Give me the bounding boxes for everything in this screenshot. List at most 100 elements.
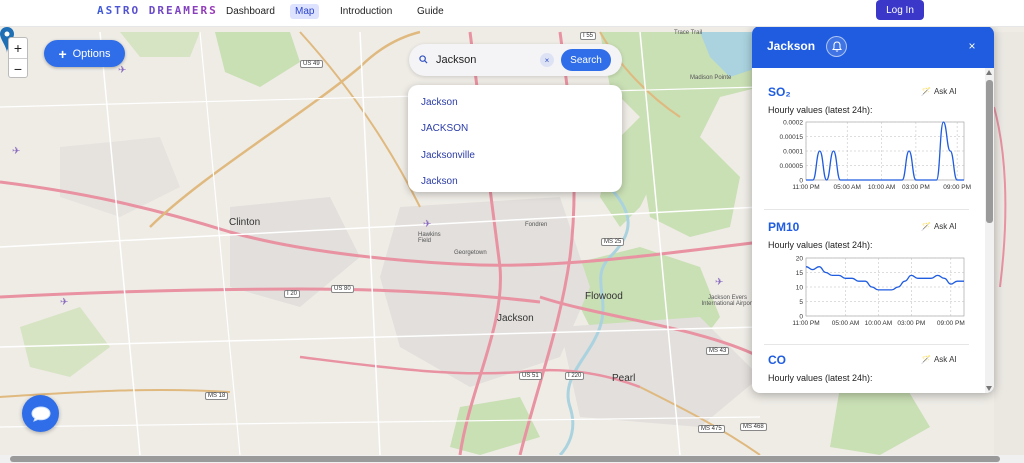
bell-icon <box>831 41 842 52</box>
so2-chart: 00.000050.00010.000150.000211:00 PM 05:00… <box>780 120 972 192</box>
hourly-label: Hourly values (latest 24h): <box>768 105 873 115</box>
x-tick-label: 09:00 PM <box>937 320 965 327</box>
search-result-item[interactable]: JACKSON <box>408 116 622 143</box>
y-tick-label: 20 <box>796 256 804 263</box>
airport-icon: ✈ <box>423 219 431 230</box>
search-icon <box>419 55 428 64</box>
zoom-in-button[interactable]: + <box>9 38 27 58</box>
map-label-flowood: Flowood <box>585 291 623 302</box>
ask-ai-button[interactable]: 🪄 Ask AI <box>921 355 957 364</box>
y-tick-label: 0.0001 <box>783 149 803 156</box>
magic-wand-icon: 🪄 <box>921 222 931 231</box>
panel-title: Jackson <box>767 39 816 53</box>
y-tick-label: 0.00005 <box>780 163 804 170</box>
search-input[interactable] <box>436 51 536 69</box>
route-shield: MS 43 <box>706 347 730 355</box>
route-shield: I 55 <box>580 32 597 40</box>
x-tick-label: 09:00 PM <box>943 184 971 191</box>
pollutant-card-co: CO 🪄 Ask AI Hourly values (latest 24h): <box>752 339 985 393</box>
x-tick-label: 10:00 AM <box>865 320 892 327</box>
route-shield: US 49 <box>300 60 323 68</box>
options-button[interactable]: + Options <box>44 40 125 67</box>
route-shield: I 220 <box>565 372 585 380</box>
alert-button[interactable] <box>826 36 847 57</box>
scrollbar-thumb[interactable] <box>986 80 993 223</box>
search-result-item[interactable]: Jacksonville <box>408 142 622 169</box>
search-button[interactable]: Search <box>561 49 611 71</box>
zoom-out-button[interactable]: − <box>9 58 27 78</box>
options-label: Options <box>72 47 111 60</box>
nav-introduction[interactable]: Introduction <box>335 4 397 19</box>
x-tick-label: 05:00 AM <box>832 320 859 327</box>
map-label-clinton: Clinton <box>229 217 261 228</box>
plot-frame <box>805 257 965 317</box>
map-label-hawkins: Hawkins Field <box>418 232 441 244</box>
x-tick-label: 05:00 AM <box>833 184 860 191</box>
map-label-trace: Trace Trail <box>674 30 703 36</box>
clear-search-button[interactable]: × <box>540 53 554 67</box>
ask-ai-button[interactable]: 🪄 Ask AI <box>921 222 957 231</box>
x-tick-label: 03:00 PM <box>902 184 930 191</box>
scroll-up-arrow-icon[interactable] <box>986 70 992 75</box>
search-result-item[interactable]: Jackson <box>408 89 622 116</box>
map-label-georgetown: Georgetown <box>454 250 487 256</box>
search-result-item[interactable]: Jackson <box>408 169 622 196</box>
y-tick-label: 10 <box>796 285 804 292</box>
nav-dashboard[interactable]: Dashboard <box>221 4 280 19</box>
nav-guide[interactable]: Guide <box>412 4 449 19</box>
route-shield: MS 468 <box>740 423 767 431</box>
top-nav: ASTRO DREAMERS Dashboard Map Introductio… <box>0 0 1024 27</box>
close-panel-button[interactable]: × <box>965 39 979 53</box>
chat-bubble-icon <box>30 405 51 422</box>
panel-header: Jackson × <box>752 26 994 68</box>
pollutant-name: CO <box>768 353 786 367</box>
map-label-jackson: Jackson <box>497 313 534 324</box>
route-shield: MS 475 <box>698 425 725 433</box>
x-tick-label: 10:00 AM <box>868 184 895 191</box>
series-line <box>806 121 964 181</box>
panel-body[interactable]: SO₂ 🪄 Ask AI Hourly values (latest 24h): … <box>752 68 985 393</box>
ask-ai-button[interactable]: 🪄 Ask AI <box>921 87 957 96</box>
login-button[interactable]: Log In <box>876 0 924 20</box>
pollutant-name: SO₂ <box>768 85 791 99</box>
search-results-dropdown: Jackson JACKSON Jacksonville Jackson <box>408 85 622 192</box>
scroll-down-arrow-icon[interactable] <box>986 386 992 391</box>
pollutant-card-pm10: PM10 🪄 Ask AI Hourly values (latest 24h):… <box>752 204 985 339</box>
brand-logo[interactable]: ASTRO DREAMERS <box>97 4 218 17</box>
scrollbar-thumb[interactable] <box>10 456 1000 462</box>
airport-icon: ✈ <box>12 146 20 157</box>
magic-wand-icon: 🪄 <box>921 87 931 96</box>
route-shield: I 20 <box>284 290 301 298</box>
page-horizontal-scrollbar[interactable] <box>0 455 1024 463</box>
map-label-pearl: Pearl <box>612 373 636 384</box>
airport-icon: ✈ <box>118 65 126 76</box>
route-shield: US 51 <box>519 372 542 380</box>
nav-map[interactable]: Map <box>290 4 320 19</box>
y-tick-label: 5 <box>799 299 803 306</box>
hourly-label: Hourly values (latest 24h): <box>768 373 873 383</box>
magic-wand-icon: 🪄 <box>921 355 931 364</box>
search-bar: × Search <box>409 44 622 76</box>
series-line <box>805 266 964 291</box>
city-detail-panel: Jackson × SO₂ 🪄 Ask AI Hourly values (lat… <box>752 26 994 393</box>
pm10-chart: 0510152011:00 PM 05:00 AM 10:00 AM 03:00 PM… <box>792 256 965 328</box>
hourly-label: Hourly values (latest 24h): <box>768 240 873 250</box>
chat-button[interactable] <box>22 395 59 432</box>
airport-icon: ✈ <box>60 297 68 308</box>
map-label-madison: Madison Pointe <box>690 75 732 81</box>
route-shield: US 80 <box>331 285 354 293</box>
pollutant-card-so2: SO₂ 🪄 Ask AI Hourly values (latest 24h): … <box>752 68 985 203</box>
map-label-fondren: Fondren <box>525 222 548 228</box>
x-tick-label: 11:00 PM <box>792 320 819 327</box>
panel-scrollbar[interactable] <box>985 68 994 393</box>
x-tick-label: 11:00 PM <box>792 184 819 191</box>
x-tick-label: 03:00 PM <box>897 320 925 327</box>
y-tick-label: 0.00015 <box>780 134 804 141</box>
map-label-airport: Jackson Evers International Airport <box>701 295 754 307</box>
plus-icon: + <box>58 45 67 62</box>
zoom-control: + − <box>8 37 28 78</box>
y-tick-label: 15 <box>796 270 804 277</box>
pollutant-name: PM10 <box>768 220 800 234</box>
route-shield: MS 25 <box>601 238 625 246</box>
airport-icon: ✈ <box>715 277 723 288</box>
